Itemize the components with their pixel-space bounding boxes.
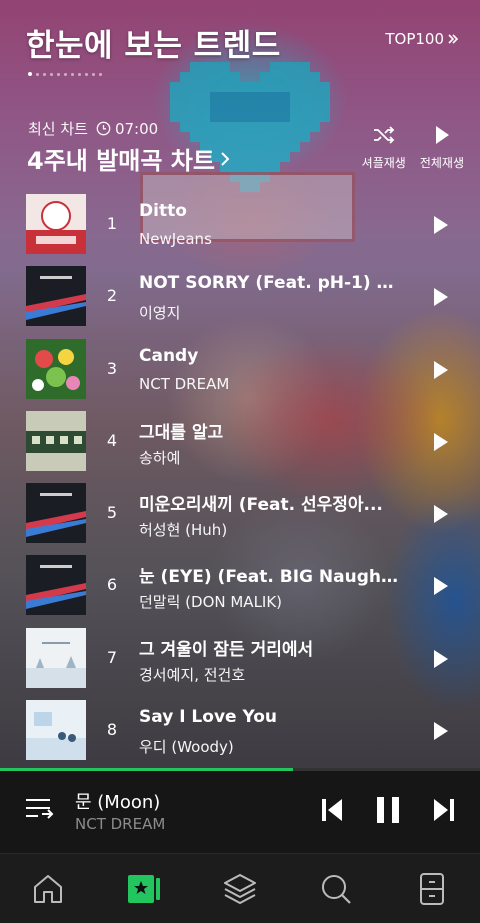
chart-title: 4주내 발매곡 차트	[27, 147, 215, 175]
rank-number: 4	[106, 430, 118, 450]
album-art	[26, 338, 86, 399]
song-artist: 허성현 (Huh)	[139, 521, 228, 540]
nav-chart[interactable]	[126, 871, 162, 907]
page-dot	[99, 72, 102, 76]
page-dot	[85, 72, 88, 76]
now-playing-artist: NCT DREAM	[75, 815, 166, 833]
page-dot	[64, 72, 67, 76]
song-title: 눈 (EYE) (Feat. BIG Naughty...	[139, 567, 401, 588]
top100-link[interactable]: TOP100	[385, 30, 460, 48]
song-artist: 던말릭 (DON MALIK)	[139, 593, 283, 612]
rank-number: 8	[106, 720, 118, 740]
chart-icon	[128, 875, 160, 903]
play-icon[interactable]	[432, 504, 450, 524]
play-icon[interactable]	[432, 287, 450, 307]
previous-icon[interactable]	[320, 793, 344, 827]
page-dot	[78, 72, 81, 76]
play-all-label: 전체재생	[419, 156, 464, 170]
album-art	[26, 410, 86, 471]
rank-number: 6	[106, 575, 118, 595]
chevron-right-icon	[221, 151, 230, 166]
page-dot	[28, 72, 32, 76]
song-row[interactable]: 3 Candy NCT DREAM	[0, 333, 480, 405]
playlist-icon[interactable]	[24, 796, 54, 824]
home-icon	[34, 875, 62, 903]
song-list: 1 Ditto NewJeans 2 NOT SORRY (Feat. pH-1…	[0, 188, 480, 766]
mini-player[interactable]: 문 (Moon) NCT DREAM	[0, 771, 480, 853]
song-title: Candy	[139, 345, 199, 366]
clock-icon	[96, 121, 111, 136]
song-title: 그대를 알고	[139, 422, 224, 443]
album-art	[26, 627, 86, 688]
play-all-button[interactable]: 전체재생	[420, 124, 464, 171]
chart-title-link[interactable]: 4주내 발매곡 차트	[27, 141, 231, 176]
page-dot	[50, 72, 53, 76]
rank-number: 1	[106, 214, 118, 233]
chart-subheader: 최신 차트 07:00	[28, 118, 158, 139]
play-icon[interactable]	[432, 576, 450, 596]
pause-icon[interactable]	[374, 793, 402, 827]
song-row[interactable]: 1 Ditto NewJeans	[0, 188, 480, 260]
nav-layers[interactable]	[222, 871, 258, 907]
page-dot	[71, 72, 74, 76]
song-artist: 경서예지, 전건호	[139, 665, 246, 684]
time-text: 07:00	[114, 119, 159, 138]
next-icon[interactable]	[432, 793, 456, 827]
song-row[interactable]: 6 눈 (EYE) (Feat. BIG Naughty... 던말릭 (DON…	[0, 549, 480, 621]
play-icon[interactable]	[432, 215, 450, 235]
album-art	[26, 194, 86, 254]
play-icon	[435, 126, 449, 144]
play-icon[interactable]	[432, 649, 450, 669]
nav-library[interactable]	[414, 871, 450, 907]
song-row[interactable]: 8 Say I Love You 우디 (Woody)	[0, 694, 480, 766]
album-art	[26, 555, 86, 616]
album-art	[26, 700, 86, 761]
page-indicator	[28, 72, 102, 76]
song-artist: 송하예	[139, 448, 181, 467]
nav-search[interactable]	[318, 871, 354, 907]
chart-label: 최신 차트	[28, 120, 88, 138]
song-artist: NCT DREAM	[139, 374, 230, 393]
rank-number: 5	[106, 503, 118, 523]
rank-number: 3	[106, 358, 118, 378]
song-row[interactable]: 7 그 겨울이 잠든 거리에서 경서예지, 전건호	[0, 622, 480, 694]
song-row[interactable]: 5 미운오리새끼 (Feat. 선우정아... 허성현 (Huh)	[0, 477, 480, 549]
page-dot	[57, 72, 60, 76]
song-title: NOT SORRY (Feat. pH-1) (...	[139, 273, 401, 294]
song-artist: 우디 (Woody)	[139, 738, 234, 757]
search-icon	[322, 875, 351, 904]
now-playing-title: 문 (Moon)	[75, 792, 161, 813]
song-title: Ditto	[139, 201, 187, 221]
song-title: 미운오리새끼 (Feat. 선우정아...	[139, 495, 383, 516]
play-icon[interactable]	[432, 432, 450, 452]
song-artist: 이영지	[139, 304, 181, 323]
song-artist: NewJeans	[139, 230, 212, 248]
page-dot	[43, 72, 46, 76]
play-icon[interactable]	[432, 721, 450, 741]
library-icon	[420, 873, 444, 905]
song-row[interactable]: 4 그대를 알고 송하예	[0, 405, 480, 477]
shuffle-icon	[373, 126, 395, 144]
album-art	[26, 266, 86, 327]
song-title: 그 겨울이 잠든 거리에서	[139, 639, 314, 660]
rank-number: 7	[106, 647, 118, 667]
layers-icon	[224, 874, 256, 904]
bottom-navigation	[0, 853, 480, 923]
update-time: 07:00	[96, 120, 158, 138]
nav-home[interactable]	[30, 871, 66, 907]
shuffle-play-button[interactable]: 셔플재생	[362, 124, 406, 171]
album-art	[26, 483, 86, 544]
page-dot	[92, 72, 95, 76]
play-icon[interactable]	[432, 360, 450, 380]
rank-number: 2	[106, 286, 118, 306]
song-title: Say I Love You	[139, 707, 278, 728]
page-title: 한눈에 보는 트렌드	[26, 28, 281, 64]
shuffle-label: 셔플재생	[361, 156, 406, 170]
song-row[interactable]: 2 NOT SORRY (Feat. pH-1) (... 이영지	[0, 260, 480, 332]
top100-label: TOP100	[385, 30, 444, 48]
page-dot	[36, 72, 39, 76]
double-chevron-right-icon	[448, 34, 459, 44]
